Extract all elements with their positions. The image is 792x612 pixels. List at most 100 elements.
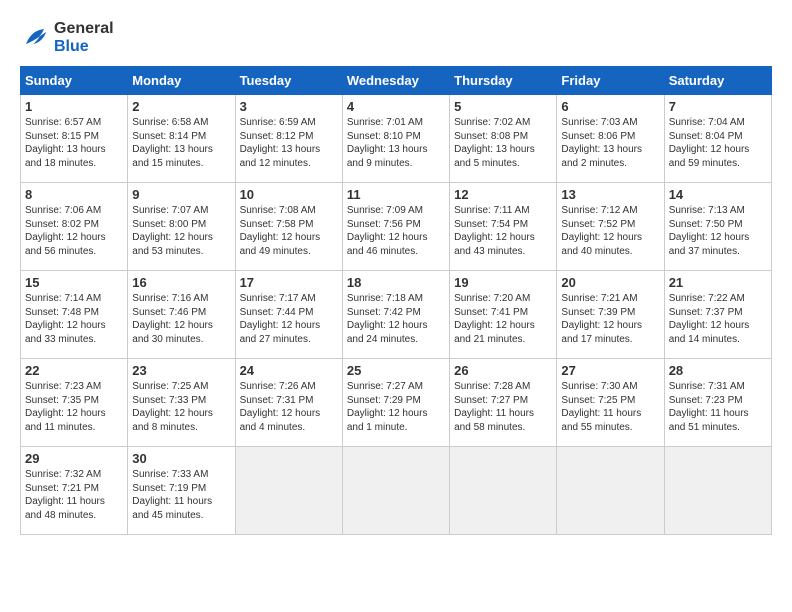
cell-info: Sunrise: 7:03 AMSunset: 8:06 PMDaylight:…: [561, 116, 659, 170]
calendar-cell: 8 Sunrise: 7:06 AMSunset: 8:02 PMDaylight…: [21, 183, 128, 271]
calendar-cell: 21 Sunrise: 7:22 AMSunset: 7:37 PMDayligh…: [664, 271, 771, 359]
calendar-week-row: 15Sunrise: 7:14 AMSunset: 7:48 PMDayligh…: [21, 271, 772, 359]
calendar-cell: [235, 447, 342, 535]
day-number: 9: [132, 187, 230, 202]
column-header-thursday: Thursday: [450, 67, 557, 95]
day-number: 5: [454, 99, 552, 114]
calendar-cell: 11 Sunrise: 7:09 AMSunset: 7:56 PMDayligh…: [342, 183, 449, 271]
day-number: 19: [454, 275, 552, 290]
cell-info: Sunrise: 6:58 AMSunset: 8:14 PMDaylight:…: [132, 116, 230, 170]
cell-info: Sunrise: 7:12 AMSunset: 7:52 PMDaylight:…: [561, 204, 659, 258]
calendar-cell: [342, 447, 449, 535]
day-number: 21: [669, 275, 767, 290]
cell-info: Sunrise: 7:25 AMSunset: 7:33 PMDaylight:…: [132, 380, 230, 434]
calendar-cell: [664, 447, 771, 535]
calendar-cell: 12 Sunrise: 7:11 AMSunset: 7:54 PMDayligh…: [450, 183, 557, 271]
cell-info: Sunrise: 7:04 AMSunset: 8:04 PMDaylight:…: [669, 116, 767, 170]
day-number: 7: [669, 99, 767, 114]
day-number: 13: [561, 187, 659, 202]
calendar-cell: 4Sunrise: 7:01 AMSunset: 8:10 PMDaylight…: [342, 95, 449, 183]
day-number: 17: [240, 275, 338, 290]
day-number: 11: [347, 187, 445, 202]
cell-info: Sunrise: 7:33 AMSunset: 7:19 PMDaylight:…: [132, 468, 230, 522]
page-header: General Blue: [20, 20, 772, 56]
cell-info: Sunrise: 7:20 AMSunset: 7:41 PMDaylight:…: [454, 292, 552, 346]
calendar-table: SundayMondayTuesdayWednesdayThursdayFrid…: [20, 66, 772, 535]
calendar-cell: 15Sunrise: 7:14 AMSunset: 7:48 PMDayligh…: [21, 271, 128, 359]
day-number: 27: [561, 363, 659, 378]
calendar-cell: 7 Sunrise: 7:04 AMSunset: 8:04 PMDaylight…: [664, 95, 771, 183]
cell-info: Sunrise: 7:17 AMSunset: 7:44 PMDaylight:…: [240, 292, 338, 346]
calendar-cell: 28 Sunrise: 7:31 AMSunset: 7:23 PMDayligh…: [664, 359, 771, 447]
calendar-cell: 6 Sunrise: 7:03 AMSunset: 8:06 PMDaylight…: [557, 95, 664, 183]
cell-info: Sunrise: 7:06 AMSunset: 8:02 PMDaylight:…: [25, 204, 123, 258]
day-number: 24: [240, 363, 338, 378]
day-number: 22: [25, 363, 123, 378]
calendar-cell: 18 Sunrise: 7:18 AMSunset: 7:42 PMDayligh…: [342, 271, 449, 359]
day-number: 26: [454, 363, 552, 378]
cell-info: Sunrise: 7:27 AMSunset: 7:29 PMDaylight:…: [347, 380, 445, 434]
calendar-cell: 9 Sunrise: 7:07 AMSunset: 8:00 PMDaylight…: [128, 183, 235, 271]
logo-text: General Blue: [54, 20, 114, 56]
calendar-cell: 24 Sunrise: 7:26 AMSunset: 7:31 PMDayligh…: [235, 359, 342, 447]
cell-info: Sunrise: 7:18 AMSunset: 7:42 PMDaylight:…: [347, 292, 445, 346]
cell-info: Sunrise: 6:59 AMSunset: 8:12 PMDaylight:…: [240, 116, 338, 170]
calendar-cell: 29Sunrise: 7:32 AMSunset: 7:21 PMDayligh…: [21, 447, 128, 535]
calendar-cell: 14Sunrise: 7:13 AMSunset: 7:50 PMDayligh…: [664, 183, 771, 271]
cell-info: Sunrise: 7:30 AMSunset: 7:25 PMDaylight:…: [561, 380, 659, 434]
cell-info: Sunrise: 7:22 AMSunset: 7:37 PMDaylight:…: [669, 292, 767, 346]
calendar-cell: 30 Sunrise: 7:33 AMSunset: 7:19 PMDayligh…: [128, 447, 235, 535]
day-number: 23: [132, 363, 230, 378]
cell-info: Sunrise: 7:11 AMSunset: 7:54 PMDaylight:…: [454, 204, 552, 258]
calendar-cell: 5 Sunrise: 7:02 AMSunset: 8:08 PMDaylight…: [450, 95, 557, 183]
logo-icon: [20, 23, 50, 53]
day-number: 28: [669, 363, 767, 378]
calendar-cell: 25 Sunrise: 7:27 AMSunset: 7:29 PMDayligh…: [342, 359, 449, 447]
cell-info: Sunrise: 7:08 AMSunset: 7:58 PMDaylight:…: [240, 204, 338, 258]
cell-info: Sunrise: 7:02 AMSunset: 8:08 PMDaylight:…: [454, 116, 552, 170]
cell-info: Sunrise: 7:31 AMSunset: 7:23 PMDaylight:…: [669, 380, 767, 434]
day-number: 25: [347, 363, 445, 378]
day-number: 30: [132, 451, 230, 466]
day-number: 20: [561, 275, 659, 290]
calendar-cell: 23 Sunrise: 7:25 AMSunset: 7:33 PMDayligh…: [128, 359, 235, 447]
column-header-saturday: Saturday: [664, 67, 771, 95]
cell-info: Sunrise: 7:07 AMSunset: 8:00 PMDaylight:…: [132, 204, 230, 258]
day-number: 8: [25, 187, 123, 202]
calendar-cell: 3Sunrise: 6:59 AMSunset: 8:12 PMDaylight…: [235, 95, 342, 183]
cell-info: Sunrise: 7:09 AMSunset: 7:56 PMDaylight:…: [347, 204, 445, 258]
calendar-cell: 20 Sunrise: 7:21 AMSunset: 7:39 PMDayligh…: [557, 271, 664, 359]
calendar-cell: 22 Sunrise: 7:23 AMSunset: 7:35 PMDayligh…: [21, 359, 128, 447]
cell-info: Sunrise: 7:26 AMSunset: 7:31 PMDaylight:…: [240, 380, 338, 434]
calendar-cell: 27 Sunrise: 7:30 AMSunset: 7:25 PMDayligh…: [557, 359, 664, 447]
calendar-cell: 16 Sunrise: 7:16 AMSunset: 7:46 PMDayligh…: [128, 271, 235, 359]
cell-info: Sunrise: 7:01 AMSunset: 8:10 PMDaylight:…: [347, 116, 445, 170]
column-header-monday: Monday: [128, 67, 235, 95]
calendar-week-row: 8 Sunrise: 7:06 AMSunset: 8:02 PMDaylight…: [21, 183, 772, 271]
cell-info: Sunrise: 7:21 AMSunset: 7:39 PMDaylight:…: [561, 292, 659, 346]
calendar-cell: 10 Sunrise: 7:08 AMSunset: 7:58 PMDayligh…: [235, 183, 342, 271]
column-header-friday: Friday: [557, 67, 664, 95]
calendar-cell: 19 Sunrise: 7:20 AMSunset: 7:41 PMDayligh…: [450, 271, 557, 359]
cell-info: Sunrise: 7:23 AMSunset: 7:35 PMDaylight:…: [25, 380, 123, 434]
cell-info: Sunrise: 7:16 AMSunset: 7:46 PMDaylight:…: [132, 292, 230, 346]
calendar-header-row: SundayMondayTuesdayWednesdayThursdayFrid…: [21, 67, 772, 95]
calendar-cell: 13 Sunrise: 7:12 AMSunset: 7:52 PMDayligh…: [557, 183, 664, 271]
cell-info: Sunrise: 7:32 AMSunset: 7:21 PMDaylight:…: [25, 468, 123, 522]
day-number: 15: [25, 275, 123, 290]
calendar-cell: 2 Sunrise: 6:58 AMSunset: 8:14 PMDaylight…: [128, 95, 235, 183]
column-header-wednesday: Wednesday: [342, 67, 449, 95]
day-number: 18: [347, 275, 445, 290]
calendar-cell: 17 Sunrise: 7:17 AMSunset: 7:44 PMDayligh…: [235, 271, 342, 359]
calendar-week-row: 29Sunrise: 7:32 AMSunset: 7:21 PMDayligh…: [21, 447, 772, 535]
day-number: 1: [25, 99, 123, 114]
day-number: 12: [454, 187, 552, 202]
column-header-sunday: Sunday: [21, 67, 128, 95]
day-number: 16: [132, 275, 230, 290]
day-number: 6: [561, 99, 659, 114]
cell-info: Sunrise: 6:57 AMSunset: 8:15 PMDaylight:…: [25, 116, 123, 170]
logo: General Blue: [20, 20, 114, 56]
day-number: 2: [132, 99, 230, 114]
day-number: 10: [240, 187, 338, 202]
calendar-cell: 26Sunrise: 7:28 AMSunset: 7:27 PMDayligh…: [450, 359, 557, 447]
